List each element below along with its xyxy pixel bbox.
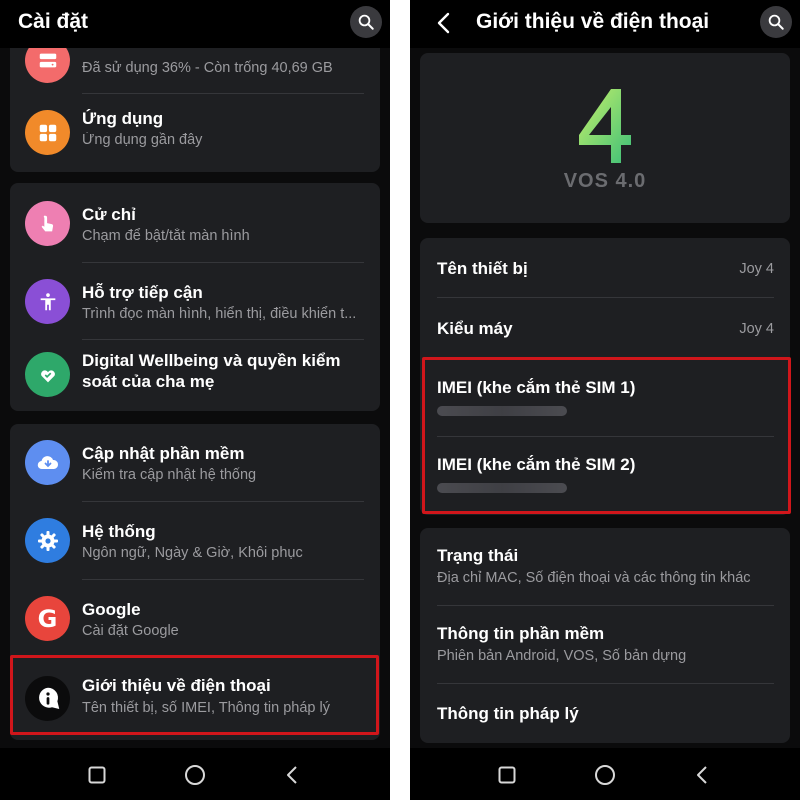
triangle-back-nav-icon <box>697 766 707 784</box>
back-arrow-icon <box>437 12 450 34</box>
software-info-row[interactable]: Thông tin phần mềm Phiên bản Android, VO… <box>420 606 790 683</box>
recents-button[interactable] <box>490 758 524 792</box>
gesture-title: Cử chỉ <box>82 205 136 224</box>
storage-subtitle: Đã sử dụng 36% - Còn trống 40,69 GB <box>82 60 333 76</box>
vos-version-text: VOS 4.0 <box>563 170 647 192</box>
apps-icon <box>39 124 56 141</box>
accessibility-title: Hỗ trợ tiếp cận <box>82 283 203 302</box>
back-nav-button[interactable] <box>685 758 719 792</box>
wellbeing-row[interactable]: Digital Wellbeing và quyền kiểm soát của… <box>10 340 380 411</box>
model-row[interactable]: Kiểu máy Joy 4 <box>420 298 790 358</box>
storage-icon <box>39 53 56 67</box>
settings-screen: Cài đặt Đã sử dụng 36% - Còn trống 40,69… <box>0 0 390 800</box>
more-info-card: Trạng thái Địa chỉ MAC, Số điện thoại và… <box>420 528 790 743</box>
wellbeing-icon <box>40 369 55 382</box>
settings-card-interaction: Cử chỉ Chạm để bật/tắt màn hình Hỗ trợ t… <box>10 183 380 411</box>
search-icon <box>358 14 374 30</box>
model-value: Joy 4 <box>739 321 774 337</box>
highlight-box-about <box>10 655 379 735</box>
device-name-label: Tên thiết bị <box>437 259 528 278</box>
accessibility-subtitle: Trình đọc màn hình, hiển thị, điều khiển… <box>82 306 357 322</box>
top-bar: Cài đặt <box>0 0 390 48</box>
vos-logo-card: VOS 4.0 <box>420 53 790 223</box>
update-icon-wrap <box>25 440 70 485</box>
back-nav-button[interactable] <box>275 758 309 792</box>
search-button[interactable] <box>760 6 792 38</box>
model-label: Kiểu máy <box>437 319 513 338</box>
google-title: Google <box>82 600 141 619</box>
software-update-row[interactable]: Cập nhật phần mềm Kiểm tra cập nhật hệ t… <box>10 424 380 501</box>
square-nav-icon <box>88 766 106 784</box>
update-title: Cập nhật phần mềm <box>82 444 245 463</box>
apps-icon-wrap <box>25 110 70 155</box>
gesture-icon-wrap <box>25 201 70 246</box>
page-title: Giới thiệu về điện thoại <box>476 10 710 33</box>
system-icon-wrap <box>25 518 70 563</box>
about-phone-screen: Giới thiệu về điện thoại VOS 4.0 Tên thi… <box>410 0 800 800</box>
recents-button[interactable] <box>80 758 114 792</box>
accessibility-icon <box>40 292 55 310</box>
gesture-row[interactable]: Cử chỉ Chạm để bật/tắt màn hình <box>10 183 380 262</box>
navigation-bar <box>0 748 390 800</box>
device-name-row[interactable]: Tên thiết bị Joy 4 <box>420 238 790 298</box>
google-icon-letter: G <box>37 604 58 633</box>
search-button[interactable] <box>350 6 382 38</box>
system-title: Hệ thống <box>82 522 156 541</box>
vos-logo-icon <box>579 89 631 163</box>
wellbeing-title-line1: Digital Wellbeing và quyền kiểm <box>82 351 341 370</box>
google-row[interactable]: G Google Cài đặt Google <box>10 580 380 657</box>
page-title: Cài đặt <box>18 10 89 33</box>
home-button[interactable] <box>588 758 622 792</box>
highlight-box-imei <box>422 357 791 514</box>
system-row[interactable]: Hệ thống Ngôn ngữ, Ngày & Giờ, Khôi phục <box>10 502 380 579</box>
navigation-bar <box>410 748 800 800</box>
circle-nav-icon <box>185 765 205 785</box>
software-info-label: Thông tin phần mềm <box>437 624 605 643</box>
google-icon: G <box>25 596 70 641</box>
apps-row[interactable]: Ứng dụng Ứng dụng gần đây <box>10 94 380 172</box>
accessibility-row[interactable]: Hỗ trợ tiếp cận Trình đọc màn hình, hiển… <box>10 263 380 339</box>
gesture-subtitle: Chạm để bật/tắt màn hình <box>82 228 250 244</box>
square-nav-icon <box>498 766 516 784</box>
software-info-subtitle: Phiên bản Android, VOS, Số bản dựng <box>437 648 687 664</box>
gesture-icon <box>41 215 53 231</box>
device-name-value: Joy 4 <box>739 261 774 277</box>
legal-info-label: Thông tin pháp lý <box>437 704 579 723</box>
back-button[interactable] <box>426 8 460 38</box>
accessibility-icon-wrap <box>25 279 70 324</box>
system-subtitle: Ngôn ngữ, Ngày & Giờ, Khôi phục <box>82 545 303 561</box>
apps-title: Ứng dụng <box>82 109 164 128</box>
status-row[interactable]: Trạng thái Địa chỉ MAC, Số điện thoại và… <box>420 528 790 605</box>
update-subtitle: Kiểm tra cập nhật hệ thống <box>82 467 257 483</box>
top-bar: Giới thiệu về điện thoại <box>410 0 800 48</box>
triangle-back-nav-icon <box>287 766 297 784</box>
circle-nav-icon <box>595 765 615 785</box>
google-subtitle: Cài đặt Google <box>82 623 179 639</box>
legal-info-row[interactable]: Thông tin pháp lý <box>420 684 790 743</box>
settings-gear-icon <box>37 530 58 551</box>
search-icon <box>768 14 784 30</box>
status-label: Trạng thái <box>437 546 519 565</box>
cloud-download-icon <box>37 455 58 469</box>
apps-subtitle: Ứng dụng gần đây <box>82 132 203 148</box>
home-button[interactable] <box>178 758 212 792</box>
wellbeing-icon-wrap <box>25 352 70 397</box>
status-subtitle: Địa chỉ MAC, Số điện thoại và các thông … <box>437 570 751 586</box>
wellbeing-title-line2: soát của cha mẹ <box>82 372 215 391</box>
